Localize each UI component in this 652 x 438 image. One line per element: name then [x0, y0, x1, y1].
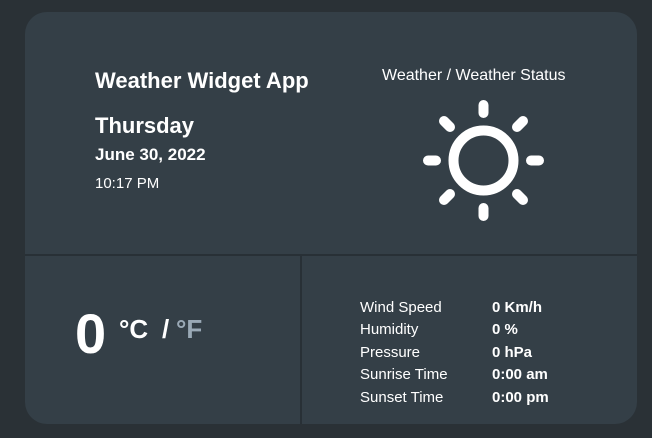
stat-label: Humidity [360, 321, 419, 339]
stat-row-sunset-time: Sunset Time 0:00 pm [360, 386, 549, 409]
stat-value: 0:00 pm [492, 388, 549, 406]
weather-widget: Weather Widget App Thursday June 30, 202… [25, 12, 637, 424]
stat-value: 0 Km/h [492, 298, 543, 316]
weather-status-label: Weather / Weather Status [382, 67, 566, 84]
stat-value: 0:00 am [492, 366, 548, 384]
temperature-panel: 0 °C / °F [25, 256, 302, 424]
app-title: Weather Widget App [95, 68, 309, 93]
date-label: June 30, 2022 [95, 145, 206, 164]
stat-label: Pressure [360, 343, 421, 361]
stat-label: Sunset Time [360, 388, 444, 406]
day-label: Thursday [95, 113, 195, 138]
stat-row-wind-speed: Wind Speed 0 Km/h [360, 296, 549, 319]
details-panel: Wind Speed 0 Km/h Humidity 0 % Pressure … [302, 256, 637, 424]
stat-row-sunrise-time: Sunrise Time 0:00 am [360, 364, 549, 387]
time-label: 10:17 PM [95, 175, 160, 192]
stat-row-pressure: Pressure 0 hPa [360, 341, 549, 364]
fahrenheit-unit-button[interactable]: °F [176, 314, 202, 345]
temperature-value: 0 [75, 302, 107, 365]
unit-separator: / [162, 314, 170, 344]
sun-icon [423, 100, 544, 221]
stat-row-humidity: Humidity 0 % [360, 319, 549, 342]
celsius-unit-button[interactable]: °C [119, 314, 148, 345]
stat-label: Wind Speed [360, 298, 442, 316]
top-panel: Weather Widget App Thursday June 30, 202… [25, 12, 637, 256]
stats-list: Wind Speed 0 Km/h Humidity 0 % Pressure … [360, 296, 549, 409]
stat-value: 0 hPa [492, 343, 533, 361]
stat-value: 0 % [492, 321, 518, 339]
stat-label: Sunrise Time [360, 366, 448, 384]
